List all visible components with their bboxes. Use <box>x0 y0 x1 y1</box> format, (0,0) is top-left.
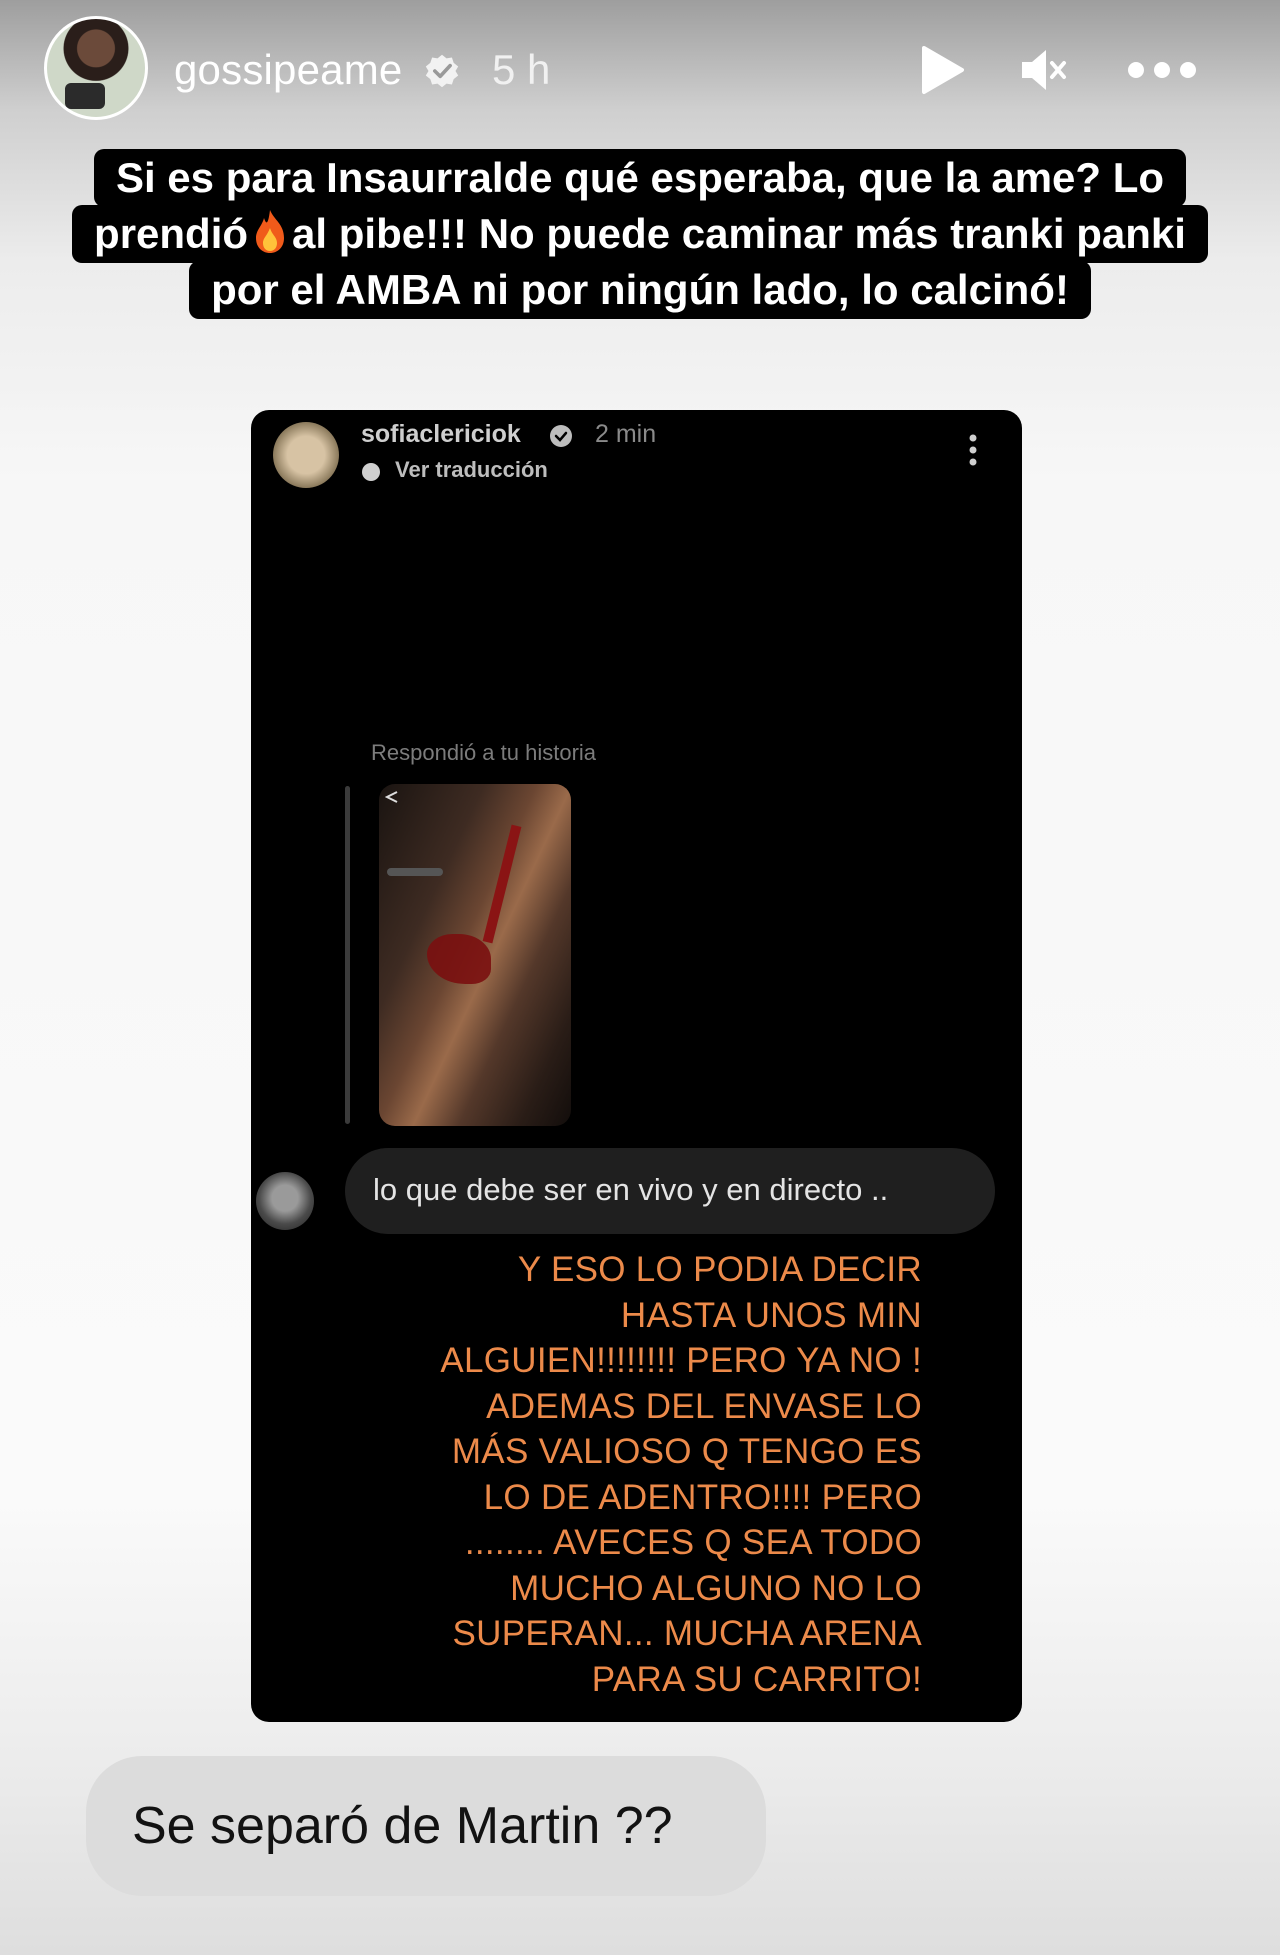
replied-to-story-label: Respondió a tu historia <box>371 740 597 765</box>
reply-text-line: PARA SU CARRITO! <box>591 1659 922 1699</box>
reply-arrow-icon <box>385 791 398 803</box>
reply-text-line: Y ESO LO PODIA DECIR <box>517 1250 922 1289</box>
reply-text-line: SUPERAN... MUCHA ARENA <box>452 1614 922 1653</box>
translation-icon <box>362 463 380 481</box>
thumbnail-detail <box>482 824 522 944</box>
story-caption: Si es para Insaurralde qué esperaba, que… <box>0 149 1280 319</box>
verified-badge-icon <box>425 54 459 88</box>
reply-text-block: Y ESO LO PODIA DECIR HASTA UNOS MIN ALGU… <box>322 1247 922 1702</box>
thumbnail-label <box>387 868 443 876</box>
profile-avatar[interactable] <box>44 16 148 120</box>
reply-text-line: ........ AVECES Q SEA TODO <box>464 1523 922 1562</box>
question-text: Se separó de Martin ?? <box>132 1797 673 1855</box>
sender-avatar <box>256 1172 314 1230</box>
story-thumbnail <box>379 784 571 1126</box>
message-bubble: lo que debe ser en vivo y en directo .. <box>345 1148 995 1234</box>
more-options-icon[interactable] <box>1126 44 1198 96</box>
story-header: gossipeame 5 h <box>0 0 1280 150</box>
reply-text-line: LO DE ADENTRO!!!! PERO <box>483 1477 922 1517</box>
shared-time: 2 min <box>595 420 657 448</box>
reply-quote-bar <box>345 786 350 1124</box>
caption-line-2-end: al pibe!!! No puede caminar más tranki p… <box>292 210 1186 257</box>
message-text: lo que debe ser en vivo y en directo .. <box>373 1172 889 1207</box>
fire-icon <box>256 210 285 253</box>
caption-line-2-start: prendió <box>94 210 249 257</box>
story-username[interactable]: gossipeame <box>174 46 402 94</box>
question-bubble: Se separó de Martin ?? <box>86 1756 766 1896</box>
reply-text-line: MÁS VALIOSO Q TENGO ES <box>451 1432 922 1471</box>
shared-verified-icon <box>550 425 572 447</box>
caption-line-3: por el AMBA ni por ningún lado, lo calci… <box>189 261 1091 319</box>
caption-line-1: Si es para Insaurralde qué esperaba, que… <box>93 149 1187 207</box>
shared-more-icon <box>969 434 977 466</box>
play-icon[interactable] <box>916 44 968 96</box>
reply-text-line: ALGUIEN!!!!!!!! PERO YA NO ! <box>440 1341 922 1380</box>
shared-username: sofiaclericiok <box>361 420 521 448</box>
reply-text-line: MUCHO ALGUNO NO LO <box>510 1568 922 1608</box>
thumbnail-detail <box>427 934 491 984</box>
mute-icon[interactable] <box>1018 44 1070 96</box>
shared-story-screenshot: sofiaclericiok 2 min Ver traducción Resp… <box>251 410 1022 1722</box>
shared-profile-avatar <box>273 422 339 488</box>
story-time: 5 h <box>492 46 551 93</box>
reply-text-line: ADEMAS DEL ENVASE LO <box>486 1386 922 1426</box>
see-translation-link: Ver traducción <box>395 457 548 482</box>
reply-text-line: HASTA UNOS MIN <box>620 1295 922 1335</box>
caption-line-2: prendió al pibe!!! No puede caminar más … <box>72 205 1208 263</box>
